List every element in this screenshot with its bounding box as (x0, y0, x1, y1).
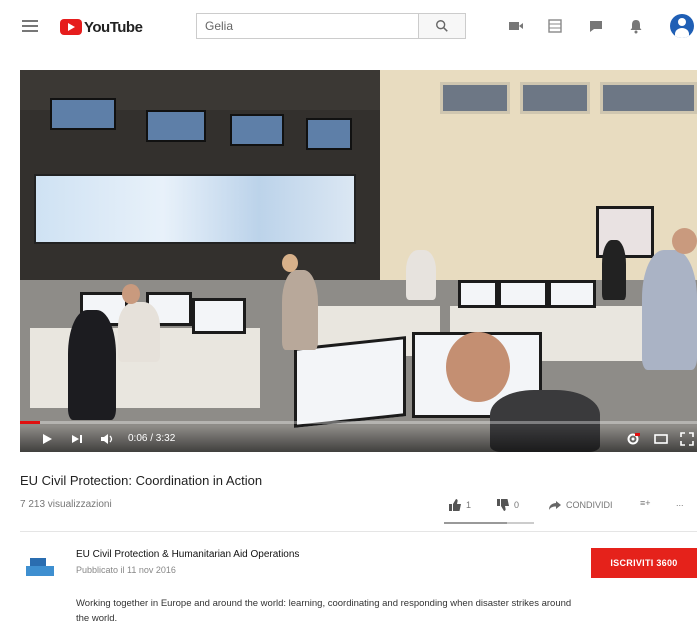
like-button[interactable]: 1 (448, 498, 471, 512)
settings-icon[interactable] (626, 432, 640, 446)
progress-bar-fill (20, 421, 41, 424)
volume-icon[interactable] (100, 432, 114, 446)
create-video-icon[interactable] (508, 18, 524, 34)
dislike-count: 0 (514, 500, 520, 510)
apps-grid-icon[interactable] (547, 18, 563, 34)
search-input[interactable]: Gelia (196, 13, 418, 39)
share-label: CONDIVIDI (566, 500, 613, 510)
search-icon (436, 20, 448, 32)
progress-bar[interactable] (20, 421, 697, 424)
thumbs-up-icon (449, 499, 461, 511)
youtube-play-logo-icon (60, 19, 82, 35)
search-button[interactable] (418, 13, 466, 39)
video-actions: 1 0 CONDIVIDI ≡+ ... (444, 498, 697, 518)
video-timecode: 0:06 / 3:32 (128, 433, 176, 444)
channel-avatar-icon[interactable] (24, 554, 56, 580)
logo-text: YouTube (84, 18, 143, 36)
publish-date: Pubblicato il 11 nov 2016 (76, 565, 176, 575)
fullscreen-icon[interactable] (680, 432, 694, 446)
video-title: EU Civil Protection: Coordination in Act… (20, 473, 263, 488)
divider (20, 531, 697, 532)
theater-mode-icon[interactable] (654, 432, 668, 446)
save-label: ≡+ (640, 498, 651, 508)
video-description: Working together in Europe and around th… (76, 598, 572, 624)
menu-icon[interactable] (22, 20, 38, 32)
more-actions-button[interactable]: ... (676, 498, 684, 508)
like-count: 1 (466, 500, 472, 510)
account-avatar-icon[interactable] (670, 14, 694, 38)
thumbs-down-icon (497, 499, 509, 511)
view-count: 7 213 visualizzazioni (20, 499, 112, 510)
messages-icon[interactable] (588, 18, 604, 34)
share-arrow-icon (549, 501, 561, 510)
masthead: YouTube Gelia (0, 0, 697, 56)
youtube-logo[interactable]: YouTube (60, 16, 143, 38)
notifications-bell-icon[interactable] (628, 18, 644, 34)
like-ratio-bar (444, 522, 534, 524)
video-frame-wall-display (34, 174, 356, 244)
play-icon[interactable] (40, 432, 54, 446)
share-button[interactable]: CONDIVIDI (548, 498, 613, 512)
more-label: ... (676, 498, 684, 508)
video-player[interactable]: 0:06 / 3:32 (20, 70, 697, 452)
player-controls: 0:06 / 3:32 (20, 426, 697, 452)
next-icon[interactable] (70, 432, 84, 446)
dislike-button[interactable]: 0 (496, 498, 519, 512)
subscribe-button[interactable]: ISCRIVITI 3600 (591, 548, 697, 578)
save-to-playlist-button[interactable]: ≡+ (640, 498, 651, 508)
channel-name[interactable]: EU Civil Protection & Humanitarian Aid O… (76, 549, 299, 560)
